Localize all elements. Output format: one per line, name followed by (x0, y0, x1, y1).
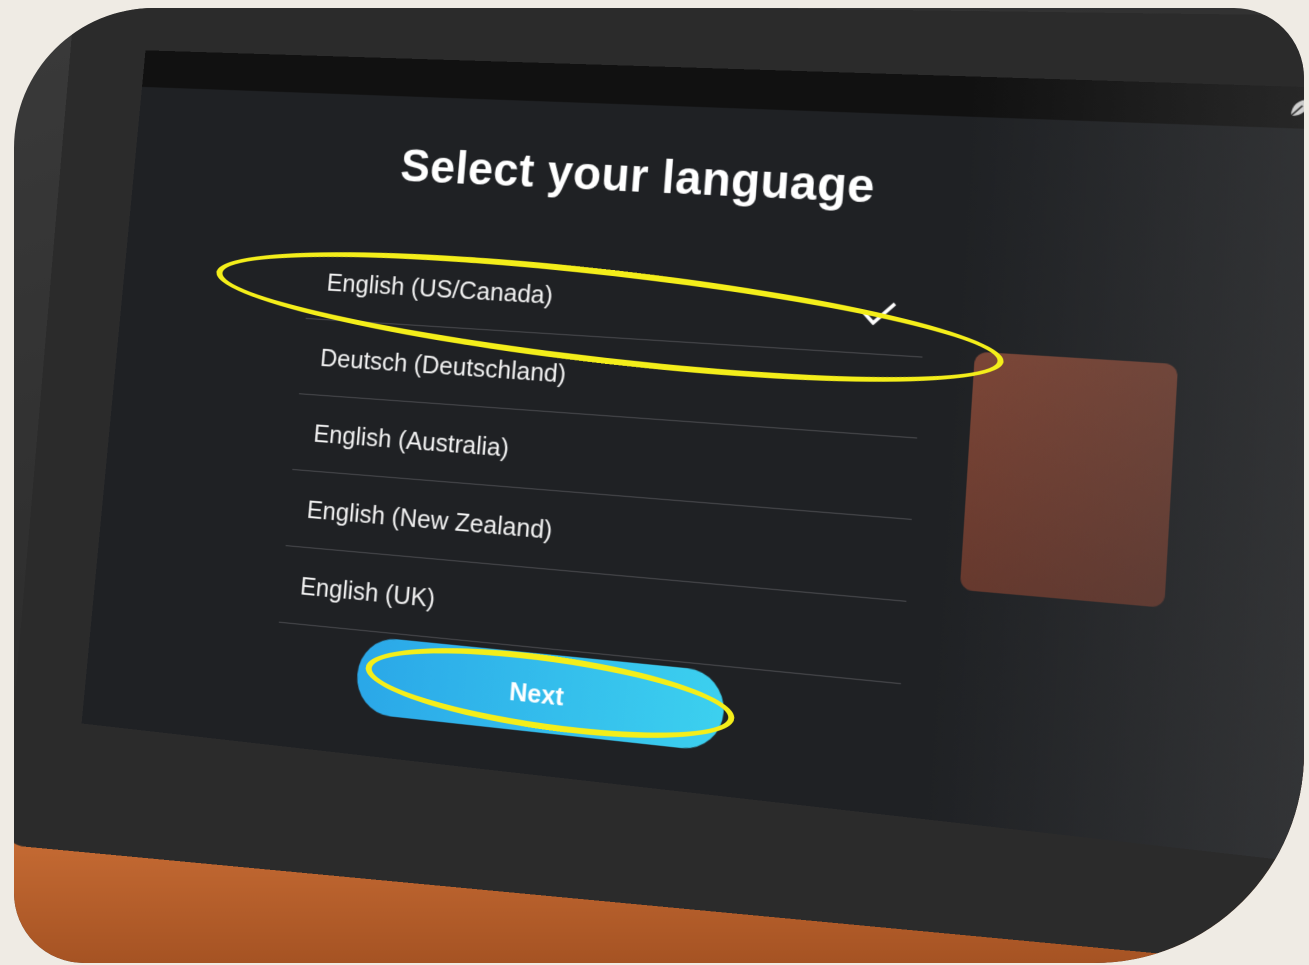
leaf-icon (1286, 95, 1304, 121)
language-label: English (Australia) (310, 395, 512, 486)
language-label: English (UK) (297, 548, 438, 637)
language-list: English (US/Canada) Deutsch (Deutschland… (279, 244, 928, 684)
check-icon (861, 300, 897, 326)
photo-frame: Select your language English (US/Canada)… (14, 8, 1304, 963)
device-screen: Select your language English (US/Canada)… (82, 50, 1304, 864)
page-title: Select your language (398, 140, 904, 216)
language-label: English (US/Canada) (324, 245, 556, 333)
phone-reflection (960, 352, 1178, 608)
